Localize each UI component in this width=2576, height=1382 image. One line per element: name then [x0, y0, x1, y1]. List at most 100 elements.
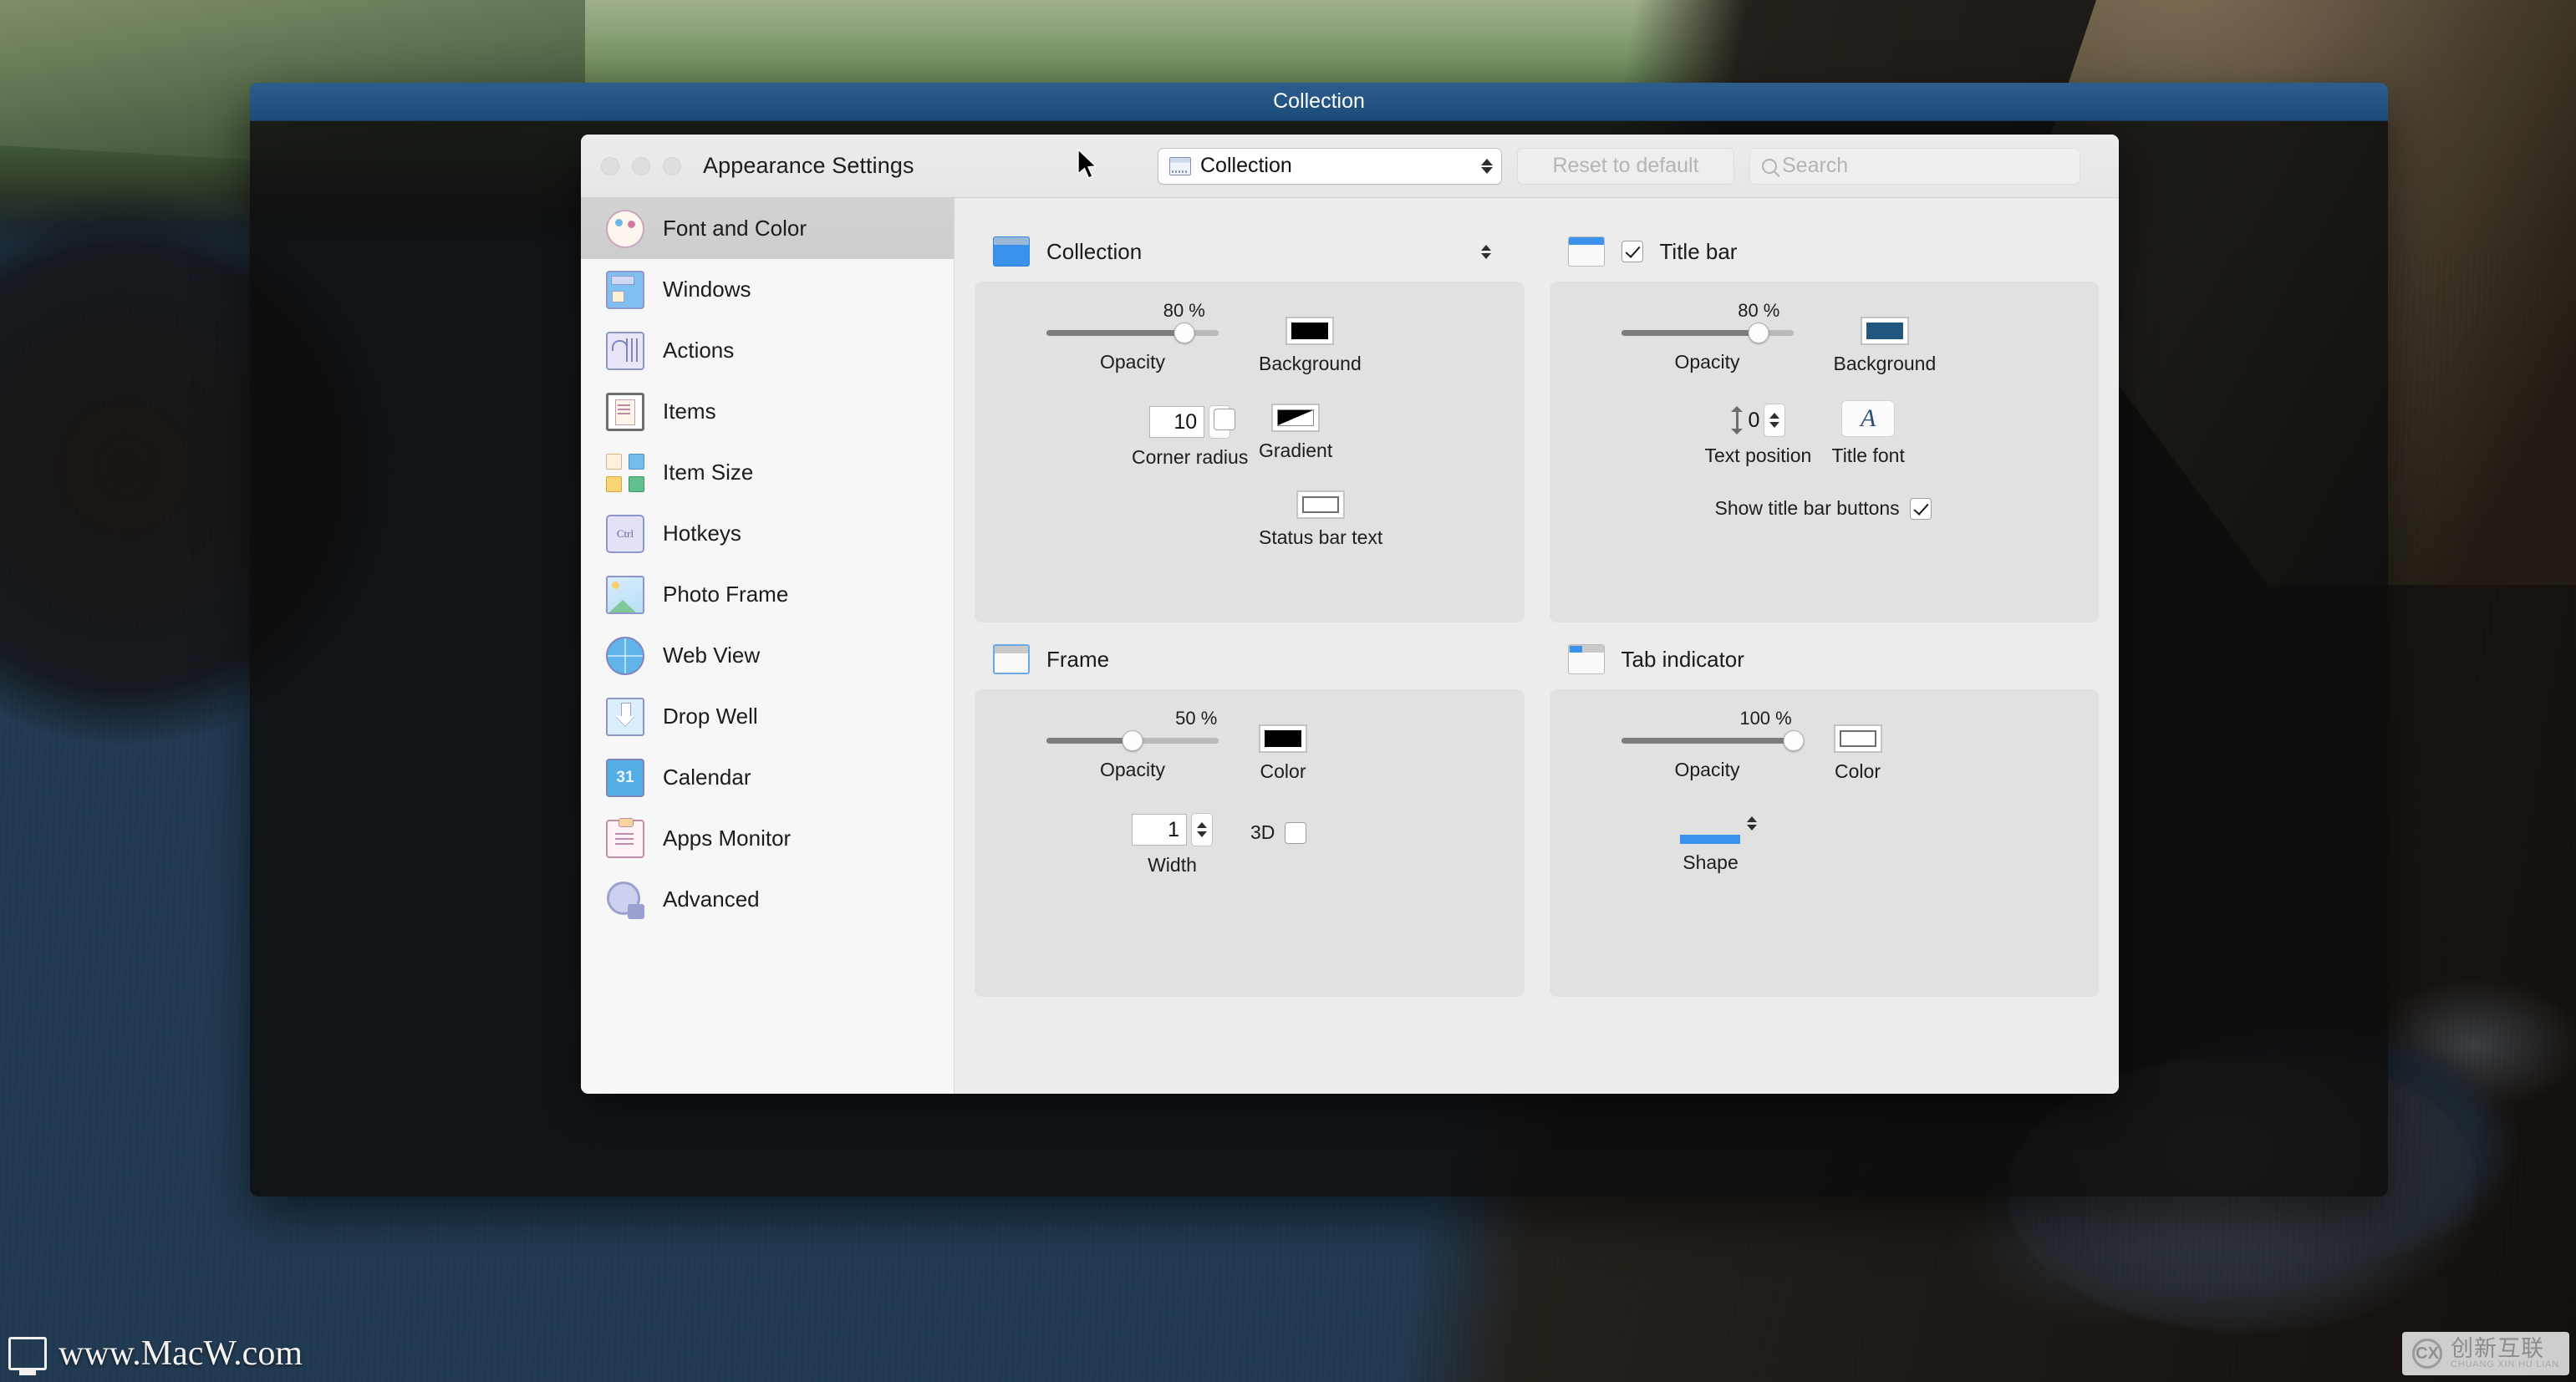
collection-gradient-colorwell[interactable]: [1271, 404, 1321, 432]
titlebar-text-position-label: Text position: [1704, 445, 1812, 466]
tab-opacity-slider[interactable]: 100 %: [1621, 708, 1804, 751]
tab-shape-label: Shape: [1683, 851, 1739, 873]
ctrl-key-icon: Ctrl: [606, 514, 644, 553]
minimize-button[interactable]: [632, 156, 650, 175]
zoom-button[interactable]: [663, 156, 681, 175]
frame-window-icon: [993, 644, 1030, 674]
titlebar-background-control: Background: [1834, 317, 1936, 375]
sidebar-item-label: Advanced: [663, 887, 760, 912]
document-icon: [606, 392, 644, 431]
frame-opacity-label: Opacity: [1100, 759, 1165, 780]
sidebar-item-drop-well[interactable]: Drop Well: [581, 686, 954, 747]
sidebar-item-label: Photo Frame: [663, 582, 789, 607]
frame-width-control: 1 Width: [1132, 813, 1213, 876]
frame-opacity-value: 50 %: [1175, 708, 1218, 729]
group-title: Title bar: [1659, 238, 1738, 264]
sidebar-item-web-view[interactable]: Web View: [581, 625, 954, 686]
title-bar-enabled-checkbox[interactable]: [1621, 241, 1643, 262]
windows-icon: [606, 270, 644, 309]
sidebar-item-apps-monitor[interactable]: Apps Monitor: [581, 808, 954, 869]
group-collection: Collection 80 % Opacity Background 10 Co…: [975, 221, 1525, 622]
stepper-arrows-icon[interactable]: [1764, 404, 1786, 437]
collection-popup-button[interactable]: Collection: [1158, 147, 1502, 185]
palette-icon: [606, 209, 644, 248]
group-title: Collection: [1046, 238, 1143, 264]
frame-width-input[interactable]: 1: [1132, 814, 1187, 846]
search-icon: [1762, 158, 1777, 174]
stepper-arrows-icon[interactable]: [1191, 813, 1213, 846]
title-font-button[interactable]: A: [1841, 400, 1896, 437]
collection-status-bar-text-colorwell[interactable]: [1296, 490, 1346, 519]
collection-chevron-up-down-icon[interactable]: [1480, 244, 1491, 259]
tab-shape-picker[interactable]: [1679, 816, 1757, 844]
titlebar-text-position-stepper[interactable]: 0: [1730, 404, 1786, 437]
frame-opacity-slider[interactable]: 50 %: [1046, 708, 1219, 751]
titlebar-text-position-control: 0 Text position: [1704, 404, 1812, 467]
toolbar-controls: Collection Reset to default Search: [1158, 135, 2080, 197]
titlebar-background-colorwell[interactable]: [1860, 317, 1909, 345]
collection-corner-radius-label: Corner radius: [1132, 446, 1249, 468]
monitor-icon: [8, 1337, 47, 1375]
collection-background-colorwell[interactable]: [1285, 317, 1335, 345]
group-title: Frame: [1046, 646, 1110, 672]
window-title: Appearance Settings: [703, 153, 914, 178]
group-title-bar-body: 80 % Opacity Background 0 Text position …: [1549, 282, 2099, 622]
show-title-bar-buttons-row[interactable]: Show title bar buttons: [1715, 497, 1932, 520]
gear-icon: [606, 881, 644, 919]
sidebar-item-font-and-color[interactable]: Font and Color: [581, 198, 954, 259]
reset-to-default-button[interactable]: Reset to default: [1517, 147, 1734, 185]
group-tab-indicator: Tab indicator 100 % Opacity Color Shape: [1549, 629, 2100, 997]
collection-gradient-checkbox[interactable]: [1214, 409, 1235, 430]
show-title-bar-buttons-checkbox[interactable]: [1909, 497, 1932, 520]
group-tab-indicator-header: Tab indicator: [1550, 629, 2100, 689]
show-title-bar-buttons-label: Show title bar buttons: [1714, 497, 1900, 519]
sidebar-item-label: Web View: [663, 643, 761, 668]
titlebar-opacity-slider[interactable]: 80 %: [1621, 300, 1794, 343]
sidebar-item-actions[interactable]: Actions: [581, 320, 954, 381]
search-input[interactable]: Search: [1749, 147, 2080, 185]
sidebar-item-items[interactable]: Items: [581, 381, 954, 442]
sidebar-item-hotkeys[interactable]: Ctrl Hotkeys: [581, 503, 954, 564]
close-button[interactable]: [601, 156, 619, 175]
frame-opacity-control: 50 % Opacity: [1046, 708, 1219, 781]
watermark-right-main: 创新互联: [2451, 1336, 2545, 1362]
appearance-settings-window[interactable]: Appearance Settings Collection Reset to …: [581, 135, 2119, 1094]
group-frame-body: 50 % Opacity Color 1 Width 3D: [975, 689, 1525, 997]
collection-window-titlebar[interactable]: Collection: [250, 83, 2388, 121]
sidebar-item-advanced[interactable]: Advanced: [581, 869, 954, 930]
sidebar-item-label: Windows: [663, 277, 751, 302]
collection-background-control: Background: [1259, 317, 1362, 375]
watermark-left: www.MacW.com: [8, 1334, 303, 1375]
sidebar-item-windows[interactable]: Windows: [581, 259, 954, 320]
titlebar-text-position-value: 0: [1748, 408, 1760, 432]
collection-opacity-slider[interactable]: 80 %: [1046, 300, 1219, 343]
frame-width-label: Width: [1148, 854, 1197, 876]
titlebar-title-font-control: A Title font: [1832, 400, 1905, 467]
sidebar-item-photo-frame[interactable]: Photo Frame: [581, 564, 954, 625]
collection-opacity-value: 80 %: [1163, 300, 1205, 321]
frame-3d-row[interactable]: 3D: [1250, 821, 1307, 844]
titlebar-opacity-value: 80 %: [1738, 300, 1780, 321]
sidebar-item-label: Font and Color: [663, 216, 807, 241]
shape-chevron-up-down-icon[interactable]: [1746, 816, 1757, 831]
frame-3d-checkbox[interactable]: [1285, 821, 1307, 844]
titlebar-title-font-label: Title font: [1831, 445, 1905, 466]
settings-toolbar: Appearance Settings Collection Reset to …: [581, 135, 2119, 198]
group-frame-header: Frame: [975, 629, 1525, 689]
frame-colorwell[interactable]: [1259, 724, 1307, 753]
window-icon: [1169, 156, 1191, 175]
collection-corner-radius-input[interactable]: 10: [1149, 406, 1205, 438]
tab-colorwell[interactable]: [1833, 724, 1882, 753]
tab-opacity-label: Opacity: [1674, 759, 1740, 780]
sidebar-item-calendar[interactable]: 31 Calendar: [581, 747, 954, 808]
sidebar-item-item-size[interactable]: Item Size: [581, 442, 954, 503]
group-title: Tab indicator: [1621, 646, 1744, 672]
frame-width-stepper[interactable]: 1: [1132, 813, 1213, 846]
grid-squares-icon: [606, 453, 644, 492]
color-swatch: [1291, 323, 1329, 339]
group-frame: Frame 50 % Opacity Color 1 Width 3D: [975, 629, 1525, 997]
gradient-swatch: [1277, 409, 1315, 426]
collection-gradient-checkbox-wrap: [1214, 409, 1235, 430]
search-placeholder: Search: [1782, 154, 1849, 177]
watermark-left-text: www.MacW.com: [59, 1334, 303, 1373]
